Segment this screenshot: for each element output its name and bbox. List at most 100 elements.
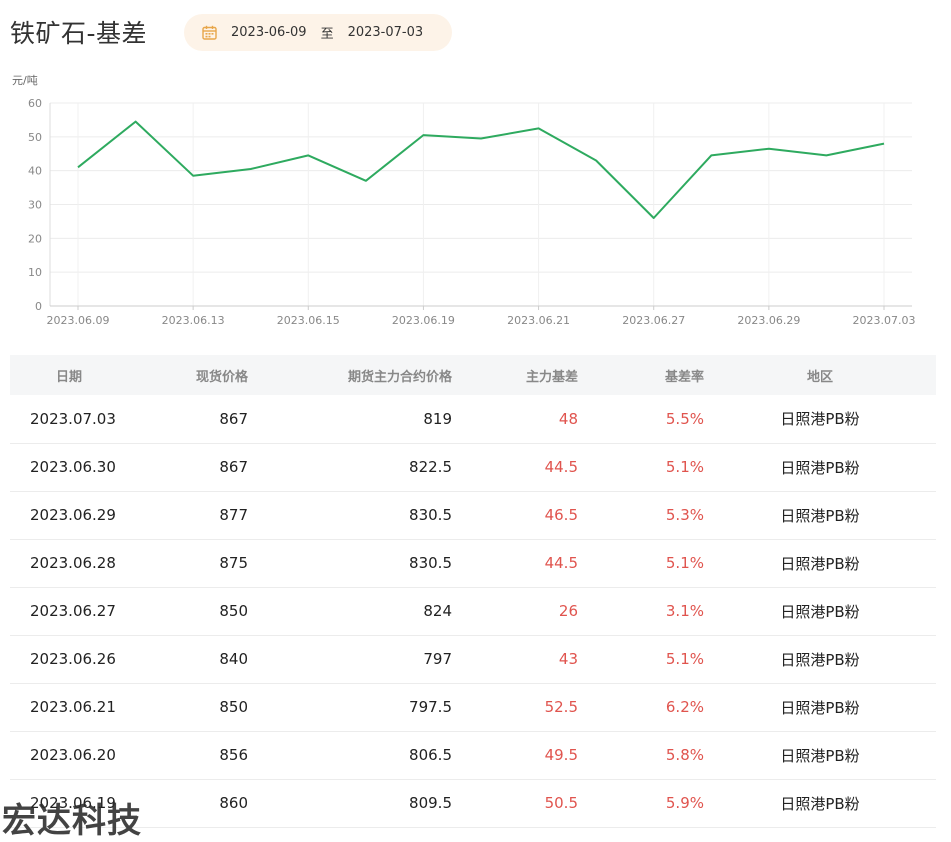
- cell-basis-rate: 5.1%: [665, 554, 704, 572]
- date-end[interactable]: 2023-07-03: [348, 25, 424, 40]
- cell-spot-price: 875: [219, 554, 248, 572]
- data-point[interactable]: [420, 132, 426, 138]
- table-row: 2023.06.29 877 830.5 46.5 5.3% 日照港PB粉: [10, 491, 936, 539]
- cell-date: 2023.06.26: [30, 650, 116, 668]
- cell-basis: 44.5: [544, 458, 578, 476]
- x-tick-label: 2023.06.09: [47, 314, 110, 327]
- table-row: 2023.06.30 867 822.5 44.5 5.1% 日照港PB粉: [10, 443, 936, 491]
- data-point[interactable]: [823, 152, 829, 158]
- data-point[interactable]: [536, 125, 542, 131]
- cell-region: 日照港PB粉: [780, 410, 860, 429]
- data-point[interactable]: [593, 158, 599, 164]
- cell-date: 2023.07.03: [30, 409, 116, 428]
- date-separator: 至: [320, 27, 334, 42]
- basis-table-container: 日期 现货价格 期货主力合约价格 主力基差 基差率 地区 2023.07.03 8…: [10, 355, 936, 834]
- y-tick-label: 50: [28, 131, 42, 144]
- y-axis-unit-label: 元/吨: [12, 74, 38, 87]
- data-point[interactable]: [478, 136, 484, 142]
- cell-date: 2023.06.29: [30, 506, 116, 524]
- header-basis-rate: 基差率: [664, 369, 704, 385]
- cell-date: 2023.06.28: [30, 554, 116, 572]
- data-point[interactable]: [75, 164, 81, 170]
- basis-line-chart: 0 10 20 30 40 50 60 2023.06.09 2023.06.13 2023.06…: [12, 74, 916, 327]
- basis-chart: 0 10 20 30 40 50 60 2023.06.09 2023.06.13 2023.06…: [0, 66, 951, 336]
- cell-basis: 49.5: [544, 746, 578, 764]
- page-title: 铁矿石-基差: [10, 19, 148, 48]
- cell-basis: 48: [558, 409, 578, 428]
- x-tick-label: 2023.06.15: [277, 314, 340, 327]
- cell-region: 日照港PB粉: [780, 554, 860, 573]
- cell-basis-rate: 6.2%: [665, 698, 704, 716]
- cell-futures-price: 822.5: [409, 458, 452, 476]
- x-tick-label: 2023.06.19: [392, 314, 455, 327]
- header-date: 日期: [56, 369, 83, 385]
- data-point[interactable]: [363, 178, 369, 184]
- cell-futures-price: 830.5: [409, 506, 452, 524]
- data-point[interactable]: [305, 152, 311, 158]
- cell-spot-price: 877: [219, 506, 248, 524]
- cell-spot-price: 867: [219, 458, 248, 476]
- table-row: 2023.06.21 850 797.5 52.5 6.2% 日照港PB粉: [10, 683, 936, 731]
- cell-spot-price: 850: [219, 698, 248, 716]
- header-region: 地区: [806, 369, 833, 385]
- cell-date: 2023.06.21: [30, 698, 116, 716]
- cell-region: 日照港PB粉: [780, 698, 860, 717]
- y-tick-label: 0: [35, 300, 42, 313]
- header-basis: 主力基差: [525, 369, 578, 385]
- cell-date: 2023.06.30: [30, 458, 116, 476]
- header-futures-price: 期货主力合约价格: [347, 369, 452, 385]
- calendar-icon: [202, 25, 217, 40]
- cell-region: 日照港PB粉: [780, 746, 860, 765]
- cell-futures-price: 819: [423, 409, 452, 428]
- y-tick-label: 40: [28, 165, 42, 178]
- data-point[interactable]: [133, 119, 139, 125]
- date-start[interactable]: 2023-06-09: [231, 25, 307, 40]
- x-tick-label: 2023.06.21: [507, 314, 570, 327]
- x-tick-label: 2023.06.27: [622, 314, 685, 327]
- table-row: 2023.06.28 875 830.5 44.5 5.1% 日照港PB粉: [10, 539, 936, 587]
- cell-futures-price: 797.5: [409, 698, 452, 716]
- cell-basis-rate: 5.3%: [665, 506, 704, 524]
- cell-region: 日照港PB粉: [780, 602, 860, 621]
- cell-basis: 43: [558, 650, 578, 668]
- cell-futures-price: 809.5: [409, 794, 452, 812]
- data-point[interactable]: [190, 173, 196, 179]
- cell-basis-rate: 5.1%: [665, 458, 704, 476]
- cell-region: 日照港PB粉: [780, 458, 860, 477]
- date-range-picker[interactable]: 2023-06-09 至 2023-07-03: [184, 14, 452, 51]
- cell-spot-price: 850: [219, 602, 248, 620]
- table-row: 2023.06.20 856 806.5 49.5 5.8% 日照港PB粉: [10, 731, 936, 779]
- cell-region: 日照港PB粉: [780, 650, 860, 669]
- basis-table: 日期 现货价格 期货主力合约价格 主力基差 基差率 地区 2023.07.03 8…: [10, 355, 936, 828]
- data-point[interactable]: [881, 141, 887, 147]
- data-point[interactable]: [766, 146, 772, 152]
- table-header-row: 日期 现货价格 期货主力合约价格 主力基差 基差率 地区: [10, 355, 936, 395]
- cell-basis-rate: 5.5%: [665, 409, 704, 428]
- cell-futures-price: 830.5: [409, 554, 452, 572]
- cell-spot-price: 856: [219, 746, 248, 764]
- header: 铁矿石-基差 2023-06-09 至 2023-07-03: [0, 0, 951, 66]
- data-point[interactable]: [248, 166, 254, 172]
- cell-basis: 44.5: [544, 554, 578, 572]
- table-row: 2023.06.27 850 824 26 3.1% 日照港PB粉: [10, 587, 936, 635]
- x-tick-label: 2023.06.29: [737, 314, 800, 327]
- cell-region: 日照港PB粉: [780, 794, 860, 813]
- cell-spot-price: 860: [219, 794, 248, 812]
- cell-spot-price: 840: [219, 650, 248, 668]
- cell-basis: 46.5: [544, 506, 578, 524]
- cell-date: 2023.06.27: [30, 602, 116, 620]
- x-tick-label: 2023.06.13: [162, 314, 225, 327]
- x-tick-label: 2023.07.03: [853, 314, 916, 327]
- y-tick-label: 10: [28, 266, 42, 279]
- cell-futures-price: 797: [423, 650, 452, 668]
- cell-basis-rate: 5.1%: [665, 650, 704, 668]
- y-tick-label: 60: [28, 97, 42, 110]
- cell-spot-price: 867: [219, 409, 248, 428]
- cell-basis: 26: [558, 602, 578, 620]
- header-spot-price: 现货价格: [195, 369, 248, 385]
- cell-basis-rate: 5.8%: [665, 746, 704, 764]
- cell-futures-price: 806.5: [409, 746, 452, 764]
- data-point[interactable]: [651, 215, 657, 221]
- data-point[interactable]: [708, 152, 714, 158]
- cell-date: 2023.06.20: [30, 746, 116, 764]
